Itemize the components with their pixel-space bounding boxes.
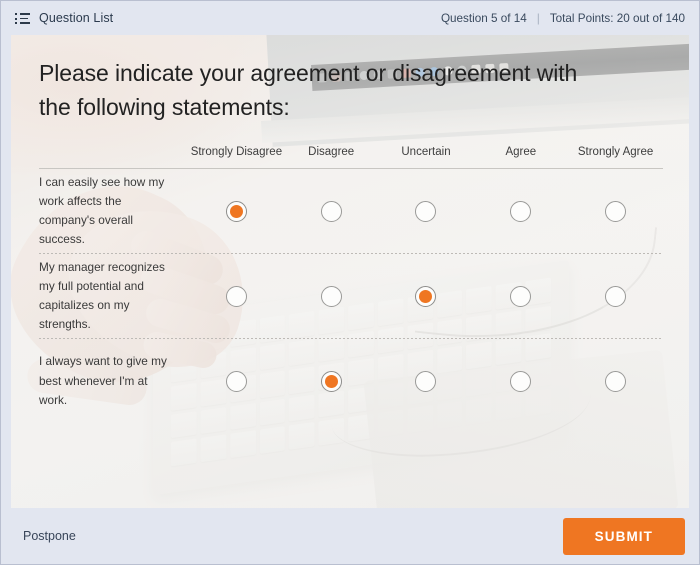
- submit-button[interactable]: SUBMIT: [562, 517, 685, 555]
- radio-r1-strongly-disagree[interactable]: [225, 200, 247, 222]
- radio-r1-agree[interactable]: [510, 200, 532, 222]
- column-header-strongly-agree: Strongly Agree: [577, 145, 654, 158]
- radio-cell-3-2[interactable]: [379, 370, 474, 392]
- radio-cell-3-3[interactable]: [473, 370, 568, 392]
- radio-r2-uncertain[interactable]: [415, 285, 437, 307]
- list-icon: [15, 12, 30, 24]
- radio-r3-strongly-agree[interactable]: [605, 370, 627, 392]
- statement-label-2: My manager recognizes my full potential …: [39, 259, 165, 332]
- radio-r3-strongly-disagree[interactable]: [225, 370, 247, 392]
- statement-label-1: I can easily see how my work affects the…: [39, 174, 165, 247]
- radio-cell-1-4[interactable]: [568, 200, 663, 222]
- assessment-window: Question List Question 5 of 14 | Total P…: [0, 0, 700, 565]
- header-bar: Question List Question 5 of 14 | Total P…: [1, 1, 699, 35]
- radio-cell-2-4[interactable]: [568, 285, 663, 307]
- radio-r3-disagree[interactable]: [320, 370, 342, 392]
- radio-r2-disagree[interactable]: [320, 285, 342, 307]
- table-row: I always want to give my best whenever I…: [39, 339, 663, 423]
- radio-cell-3-0[interactable]: [189, 370, 284, 392]
- radio-cell-3-1[interactable]: [284, 370, 379, 392]
- question-card: Please indicate your agreement or disagr…: [11, 35, 689, 508]
- radio-r3-agree[interactable]: [510, 370, 532, 392]
- matrix-header-row: Strongly Disagree Disagree Uncertain Agr…: [39, 145, 663, 169]
- question-list-button[interactable]: Question List: [15, 11, 113, 25]
- column-header-disagree: Disagree: [308, 145, 355, 158]
- header-title: Question List: [39, 11, 114, 25]
- radio-r2-strongly-disagree[interactable]: [225, 285, 247, 307]
- postpone-link[interactable]: Postpone: [23, 529, 76, 543]
- radio-r1-strongly-agree[interactable]: [605, 200, 627, 222]
- radio-r1-disagree[interactable]: [320, 200, 342, 222]
- column-header-uncertain: Uncertain: [401, 145, 451, 158]
- question-content: Please indicate your agreement or disagr…: [11, 35, 689, 508]
- radio-cell-1-0[interactable]: [189, 200, 284, 222]
- radio-cell-3-4[interactable]: [568, 370, 663, 392]
- likert-matrix: Strongly Disagree Disagree Uncertain Agr…: [39, 145, 663, 424]
- table-row: I can easily see how my work affects the…: [39, 169, 663, 253]
- radio-cell-1-3[interactable]: [473, 200, 568, 222]
- radio-cell-2-2[interactable]: [379, 285, 474, 307]
- total-points: Total Points: 20 out of 140: [549, 11, 685, 25]
- radio-r2-strongly-agree[interactable]: [605, 285, 627, 307]
- table-row: My manager recognizes my full potential …: [39, 254, 663, 338]
- column-header-agree: Agree: [505, 145, 537, 158]
- radio-r3-uncertain[interactable]: [415, 370, 437, 392]
- column-header-strongly-disagree: Strongly Disagree: [190, 145, 283, 158]
- question-progress: Question 5 of 14: [440, 11, 527, 25]
- radio-r1-uncertain[interactable]: [415, 200, 437, 222]
- radio-cell-1-2[interactable]: [379, 200, 474, 222]
- radio-cell-1-1[interactable]: [284, 200, 379, 222]
- footer-bar: Postpone SUBMIT: [1, 508, 699, 564]
- header-status: Question 5 of 14 | Total Points: 20 out …: [441, 11, 687, 25]
- question-title: Please indicate your agreement or disagr…: [39, 60, 578, 120]
- radio-cell-2-1[interactable]: [284, 285, 379, 307]
- radio-cell-2-0[interactable]: [189, 285, 284, 307]
- radio-cell-2-3[interactable]: [473, 285, 568, 307]
- radio-r2-agree[interactable]: [510, 285, 532, 307]
- statement-label-3: I always want to give my best whenever I…: [39, 354, 167, 407]
- header-separator: |: [536, 11, 540, 25]
